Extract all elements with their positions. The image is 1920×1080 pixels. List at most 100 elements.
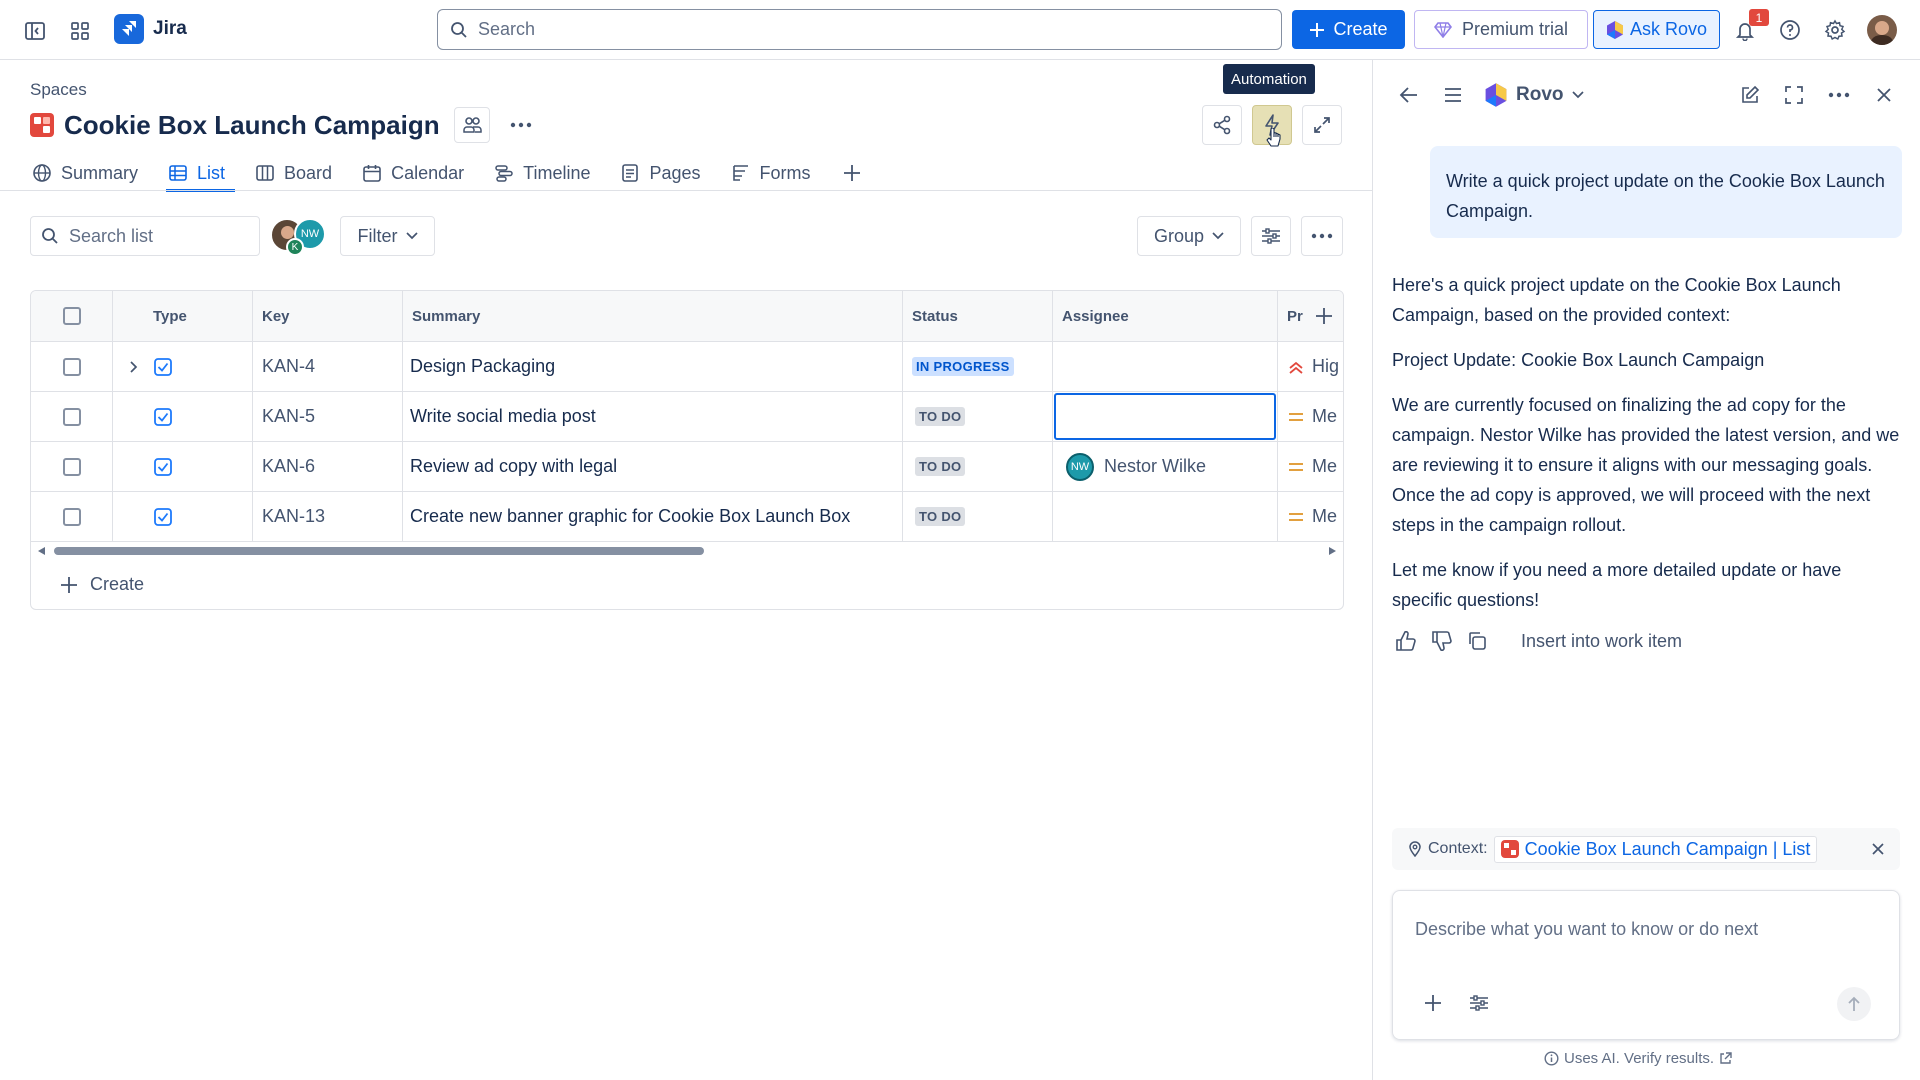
status-badge: TO DO	[915, 407, 966, 426]
summary-cell[interactable]: Create new banner graphic for Cookie Box…	[403, 492, 903, 541]
settings-gear-icon[interactable]	[1822, 17, 1848, 43]
status-cell[interactable]: TO DO	[903, 392, 1053, 441]
tab-summary[interactable]: Summary	[30, 156, 152, 190]
tab-label: Calendar	[391, 162, 465, 183]
add-column-plus-icon[interactable]	[1315, 307, 1333, 325]
group-button[interactable]: Group	[1137, 216, 1241, 256]
key-cell[interactable]: KAN-6	[253, 442, 403, 491]
assignee-cell[interactable]	[1053, 342, 1278, 391]
priority-cell[interactable]: Hig	[1278, 342, 1343, 391]
column-header-type[interactable]: Type	[113, 291, 253, 341]
create-issue-label: Create	[90, 574, 145, 594]
add-attachment-plus-icon[interactable]	[1423, 993, 1443, 1013]
menu-hamburger-icon[interactable]	[1440, 82, 1466, 108]
table-row[interactable]: KAN-13 Create new banner graphic for Coo…	[31, 492, 1343, 542]
avatar-k: K	[286, 238, 304, 256]
more-actions-icon[interactable]	[506, 110, 536, 140]
select-all-checkbox[interactable]	[62, 307, 81, 325]
status-cell[interactable]: IN PROGRESS	[903, 342, 1053, 391]
expand-chevron-right-icon[interactable]	[129, 360, 139, 374]
create-button[interactable]: Create	[1292, 10, 1405, 49]
filter-button[interactable]: Filter	[340, 216, 435, 256]
global-search-input[interactable]: Search	[437, 9, 1282, 50]
new-chat-edit-icon[interactable]	[1737, 82, 1763, 108]
team-people-icon[interactable]	[453, 107, 490, 143]
automation-tooltip: Automation	[1223, 64, 1315, 94]
horizontal-scrollbar[interactable]	[30, 544, 1344, 558]
column-header-status[interactable]: Status	[903, 291, 1053, 341]
chat-composer[interactable]: Describe what you want to know or do nex…	[1392, 890, 1900, 1040]
assignee-cell[interactable]	[1053, 392, 1278, 441]
status-cell[interactable]: TO DO	[903, 492, 1053, 541]
breadcrumb-spaces[interactable]: Spaces	[30, 80, 87, 100]
table-row[interactable]: KAN-5 Write social media post TO DO Me	[31, 392, 1343, 442]
tab-list[interactable]: List	[166, 156, 239, 192]
tab-label: Board	[284, 162, 333, 183]
row-checkbox[interactable]	[62, 357, 81, 376]
key-cell[interactable]: KAN-13	[253, 492, 403, 541]
priority-cell[interactable]: Me	[1278, 392, 1343, 441]
remove-context-close-icon[interactable]	[1872, 843, 1884, 855]
external-link-icon[interactable]	[1719, 1052, 1732, 1065]
scroll-right-arrow-icon[interactable]	[1328, 547, 1336, 555]
assignee-avatars-filter[interactable]: NW K	[270, 218, 330, 258]
close-panel-icon[interactable]	[1871, 82, 1897, 108]
column-header-key[interactable]: Key	[253, 291, 403, 341]
search-list-input[interactable]: Search list	[30, 216, 260, 256]
add-tab-button[interactable]	[839, 156, 865, 190]
status-cell[interactable]: TO DO	[903, 442, 1053, 491]
share-button[interactable]	[1202, 105, 1242, 145]
column-header-assignee[interactable]: Assignee	[1053, 291, 1278, 341]
summary-cell[interactable]: Review ad copy with legal	[403, 442, 903, 491]
create-issue-row[interactable]: Create	[60, 574, 144, 595]
copy-icon[interactable]	[1467, 631, 1487, 651]
more-options-icon[interactable]	[1826, 82, 1852, 108]
ai-response-paragraph: Project Update: Cookie Box Launch Campai…	[1392, 350, 1765, 370]
fullscreen-expand-icon[interactable]	[1781, 82, 1807, 108]
view-settings-button[interactable]	[1251, 216, 1291, 256]
sidebar-toggle-icon[interactable]	[22, 18, 48, 44]
assignee-edit-field[interactable]	[1054, 393, 1276, 440]
tab-board[interactable]: Board	[253, 156, 346, 190]
send-button[interactable]	[1837, 987, 1871, 1021]
column-header-priority[interactable]: Pr	[1278, 291, 1343, 341]
context-link[interactable]: Cookie Box Launch Campaign | List	[1493, 835, 1818, 863]
table-row[interactable]: KAN-6 Review ad copy with legal TO DO NW…	[31, 442, 1343, 492]
key-cell[interactable]: KAN-5	[253, 392, 403, 441]
assignee-cell[interactable]	[1053, 492, 1278, 541]
status-badge: IN PROGRESS	[912, 357, 1014, 376]
thumbs-up-icon[interactable]	[1395, 631, 1417, 651]
scrollbar-thumb[interactable]	[54, 547, 704, 555]
tab-timeline[interactable]: Timeline	[492, 156, 604, 190]
back-arrow-icon[interactable]	[1396, 82, 1422, 108]
tab-forms[interactable]: Forms	[729, 156, 825, 190]
assignee-cell[interactable]: NW Nestor Wilke	[1053, 442, 1278, 491]
rovo-agent-selector[interactable]: Rovo	[1484, 82, 1584, 108]
summary-cell[interactable]: Design Packaging	[403, 342, 903, 391]
tools-sliders-icon[interactable]	[1469, 993, 1489, 1013]
tab-calendar[interactable]: Calendar	[360, 156, 478, 190]
insert-into-work-item-button[interactable]: Insert into work item	[1521, 631, 1682, 652]
app-switcher-icon[interactable]	[67, 18, 93, 44]
row-checkbox[interactable]	[62, 457, 81, 476]
user-avatar[interactable]	[1867, 15, 1897, 45]
premium-trial-button[interactable]: Premium trial	[1414, 10, 1588, 49]
ask-rovo-button[interactable]: Ask Rovo	[1593, 10, 1720, 49]
more-options-button[interactable]	[1301, 216, 1343, 256]
select-all-cell	[31, 291, 113, 341]
thumbs-down-icon[interactable]	[1431, 631, 1453, 651]
scroll-left-arrow-icon[interactable]	[38, 547, 46, 555]
app-name[interactable]: Jira	[153, 18, 187, 40]
jira-logo-icon[interactable]	[114, 14, 144, 44]
fullscreen-button[interactable]	[1302, 105, 1342, 145]
key-cell[interactable]: KAN-4	[253, 342, 403, 391]
column-header-summary[interactable]: Summary	[403, 291, 903, 341]
table-row[interactable]: KAN-4 Design Packaging IN PROGRESS Hig	[31, 342, 1343, 392]
tab-pages[interactable]: Pages	[618, 156, 714, 190]
row-checkbox[interactable]	[62, 507, 81, 526]
priority-cell[interactable]: Me	[1278, 442, 1343, 491]
summary-cell[interactable]: Write social media post	[403, 392, 903, 441]
priority-cell[interactable]: Me	[1278, 492, 1343, 541]
help-icon[interactable]	[1777, 17, 1803, 43]
row-checkbox[interactable]	[62, 407, 81, 426]
